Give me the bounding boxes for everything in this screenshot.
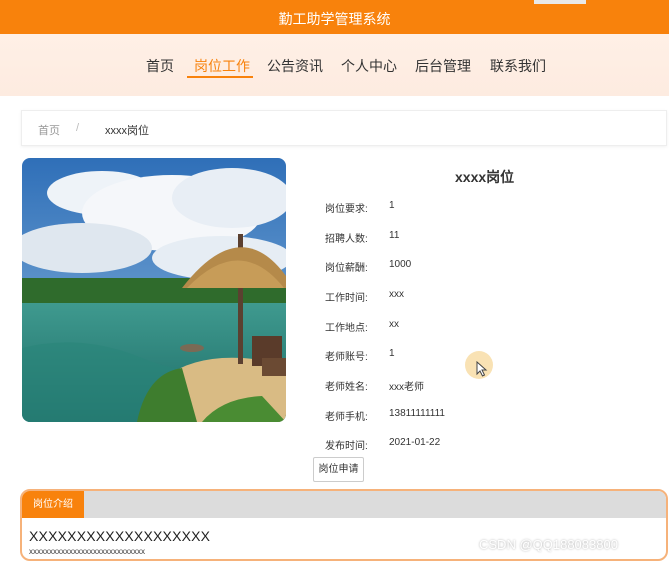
field-value: 1: [389, 200, 395, 211]
breadcrumb-separator: /: [76, 122, 80, 134]
site-title: 勤工助学管理系统: [278, 11, 391, 27]
watermark: CSDN @QQ188083800: [479, 537, 618, 552]
field-value: 11: [389, 230, 400, 241]
header-bar: 勤工助学管理系统: [0, 0, 669, 34]
field-label: 岗位薪酬:: [325, 263, 368, 274]
nav-item-news[interactable]: 公告资讯: [267, 56, 323, 76]
field-label: 岗位要求:: [325, 204, 368, 215]
field-label: 老师手机:: [325, 412, 368, 423]
intro-body: xxxxxxxxxxxxxxxxxxxxxxxxxxxxx: [29, 547, 145, 556]
nav-item-contact[interactable]: 联系我们: [490, 56, 546, 76]
nav-active-underline: [187, 76, 253, 78]
mouse-pointer-icon: [476, 361, 488, 377]
field-label: 老师账号:: [325, 352, 368, 363]
field-label: 工作时间:: [325, 293, 368, 304]
job-title: xxxx岗位: [455, 169, 515, 185]
field-value: 13811111111: [389, 408, 445, 419]
intro-heading: XXXXXXXXXXXXXXXXXXX: [29, 528, 211, 544]
breadcrumb-current: xxxx岗位: [105, 125, 149, 137]
field-value: xx: [389, 319, 399, 330]
nav-item-jobs[interactable]: 岗位工作: [194, 56, 250, 76]
apply-button[interactable]: 岗位申请: [313, 457, 364, 482]
field-value: xxx: [389, 289, 404, 300]
intro-header: 岗位介绍: [22, 491, 666, 518]
field-value: xxx老师: [389, 382, 424, 393]
field-value: 2021-01-22: [389, 437, 441, 448]
field-label: 工作地点:: [325, 323, 368, 334]
nav-item-home[interactable]: 首页: [146, 56, 174, 76]
breadcrumb-home[interactable]: 首页: [38, 122, 60, 138]
field-value: 1: [389, 348, 395, 359]
field-label: 发布时间:: [325, 441, 368, 452]
nav-item-admin[interactable]: 后台管理: [415, 56, 471, 76]
breadcrumb: 首页 / xxxx岗位: [21, 110, 667, 146]
nav-item-profile[interactable]: 个人中心: [341, 56, 397, 76]
main-nav: 首页 岗位工作 公告资讯 个人中心 后台管理 联系我们: [0, 34, 669, 96]
intro-tab[interactable]: 岗位介绍: [22, 491, 84, 518]
window-corner: [534, 0, 586, 4]
field-label: 老师姓名:: [325, 382, 368, 393]
field-label: 招聘人数:: [325, 234, 368, 245]
job-photo: [22, 158, 286, 422]
field-value: 1000: [389, 259, 412, 270]
